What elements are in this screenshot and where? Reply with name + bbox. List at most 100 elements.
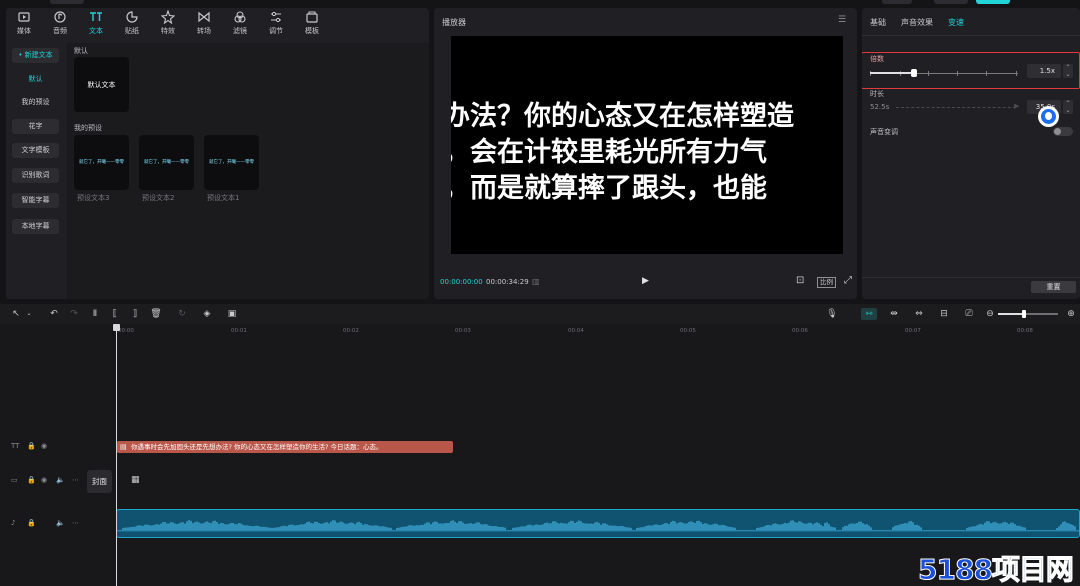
transition-icon	[198, 11, 210, 23]
more-icon[interactable]: ⋯	[72, 519, 79, 527]
preset-preview: 就它了，开曦——零零	[209, 160, 254, 165]
volume-icon[interactable]: 🔈	[56, 519, 65, 527]
more-icon[interactable]: ⋯	[72, 476, 79, 484]
new-text-button[interactable]: • 新建文本	[12, 48, 59, 63]
delete-icon[interactable]: 🗑	[150, 308, 162, 320]
text-clip-icon: ▤	[120, 443, 127, 451]
auto-snap-icon[interactable]: ⇿	[861, 308, 877, 320]
default-text-card[interactable]: 默认文本	[74, 57, 129, 112]
tab-basic[interactable]: 基础	[870, 17, 886, 28]
toolbar-filter[interactable]: 滤镜	[222, 10, 258, 40]
ruler-tick: 00:06	[792, 328, 808, 334]
timeline-ruler[interactable]: 00:00 00:01 00:02 00:03 00:04 00:05 00:0…	[115, 324, 1080, 336]
video-track-icon: ▭	[11, 476, 18, 484]
eye-icon[interactable]: ◉	[41, 442, 47, 450]
play-icon[interactable]: ▶	[642, 276, 649, 286]
toolbar-media[interactable]: 媒体	[6, 10, 42, 40]
speed-stepper[interactable]: ⌃ ⌄	[1063, 64, 1073, 78]
tab-speed[interactable]: 变速	[948, 17, 964, 28]
lock-icon[interactable]: 🔒	[27, 519, 36, 527]
template-icon	[306, 11, 318, 23]
playhead-handle[interactable]	[113, 324, 120, 331]
eye-icon[interactable]: ◉	[41, 476, 47, 484]
nav-text-template[interactable]: 文字模板	[12, 143, 59, 158]
toolbar-effects[interactable]: 特效	[150, 10, 186, 40]
video-preview[interactable]: 办法？你的心态又在怎样塑造 ，会在计较里耗光所有力气 ，而是就算摔了跟头，也能	[451, 36, 843, 254]
rotate-icon[interactable]: ↻	[176, 308, 188, 320]
duration-arrow	[896, 107, 1016, 108]
chevron-down-icon[interactable]: ⌄	[23, 308, 35, 320]
volume-icon[interactable]: 🔈	[56, 476, 65, 484]
microphone-icon[interactable]: 🎙	[826, 308, 838, 320]
preset-caption: 预设文本3	[77, 194, 110, 202]
toolbar-adjust[interactable]: 调节	[258, 10, 294, 40]
toolbar-template[interactable]: 模板	[294, 10, 330, 40]
ratio-button[interactable]: 比例	[817, 277, 836, 288]
nav-my-presets[interactable]: 我的预设	[12, 95, 59, 110]
ruler-tick: 00:02	[343, 328, 359, 334]
top-tab[interactable]	[50, 0, 84, 4]
preset-card[interactable]: 就它了，开曦——零零	[74, 135, 129, 190]
reset-button[interactable]: 重置	[1031, 281, 1076, 293]
speed-value-field[interactable]: 1.5x	[1027, 64, 1061, 78]
nav-fancy-text[interactable]: 花字	[12, 119, 59, 134]
speed-slider[interactable]	[870, 68, 1018, 78]
top-button[interactable]	[934, 0, 968, 4]
arrow-right-icon: ▶	[1014, 102, 1020, 110]
preset-caption: 预设文本2	[142, 194, 175, 202]
zoom-in-icon[interactable]: ⊕	[1065, 308, 1077, 320]
select-tool-icon[interactable]: ↖	[10, 308, 22, 320]
text-content-area: 默认 默认文本 我的预设 就它了，开曦——零零 预设文本3 就它了，开曦——零零…	[67, 43, 429, 299]
split-track-icon[interactable]: ⊟	[938, 308, 950, 320]
lock-icon[interactable]: 🔒	[27, 476, 36, 484]
export-button[interactable]	[976, 0, 1010, 4]
toolbar-transition[interactable]: 转场	[186, 10, 222, 40]
cover-button[interactable]: 封面	[87, 470, 112, 493]
slider-fill	[870, 72, 915, 74]
toolbar-label: 贴纸	[125, 27, 139, 35]
slider-tick	[928, 71, 929, 76]
duration-stepper[interactable]: ⌃ ⌄	[1063, 100, 1073, 114]
toolbar-sticker[interactable]: 贴纸	[114, 10, 150, 40]
pitch-toggle[interactable]	[1053, 127, 1073, 136]
fit-icon[interactable]: ⊡	[796, 275, 804, 286]
screen-icon[interactable]: ⎚	[963, 308, 975, 320]
preview-axis-icon[interactable]: ⇔	[913, 308, 925, 320]
tab-sound-effects[interactable]: 声音效果	[901, 17, 933, 28]
zoom-out-icon[interactable]: ⊖	[984, 308, 996, 320]
preset-card[interactable]: 就它了，开曦——零零	[204, 135, 259, 190]
film-icon: ▦	[131, 475, 140, 485]
text-clip[interactable]: 你遇事时会先加固头还是先想办法? 你的心态又在怎样塑造你的生活? 今日话题：心态…	[117, 441, 453, 453]
nav-default[interactable]: 默认	[12, 72, 59, 87]
split-icon[interactable]: Ⅱ	[89, 308, 101, 320]
section-title-presets: 我的预设	[74, 124, 102, 132]
image-icon[interactable]: ▣	[226, 308, 238, 320]
shield-icon[interactable]: ◈	[201, 308, 213, 320]
trim-left-icon[interactable]: ⟦	[109, 308, 121, 320]
ruler-tick: 00:03	[455, 328, 471, 334]
text-category-nav: • 新建文本 默认 我的预设 花字 文字模板 识别歌词 智能字幕 本地字幕	[6, 43, 67, 299]
nav-local-subtitles[interactable]: 本地字幕	[12, 219, 59, 234]
toolbar-text[interactable]: 文本	[78, 10, 114, 40]
playhead[interactable]	[116, 324, 117, 586]
floating-assistant-icon[interactable]	[1038, 106, 1059, 127]
audio-clip[interactable]	[116, 509, 1080, 538]
top-button[interactable]	[882, 0, 912, 4]
link-icon[interactable]: ⇹	[888, 308, 900, 320]
fullscreen-icon[interactable]: ⤢	[844, 275, 852, 286]
redo-icon[interactable]: ↷	[68, 308, 80, 320]
trim-right-icon[interactable]: ⟧	[129, 308, 141, 320]
undo-icon[interactable]: ↶	[48, 308, 60, 320]
slider-knob[interactable]	[911, 69, 918, 77]
speed-label: 倍数	[870, 55, 884, 63]
toolbar-label: 音频	[53, 27, 67, 35]
nav-smart-subtitles[interactable]: 智能字幕	[12, 193, 59, 208]
toolbar-label: 滤镜	[233, 27, 247, 35]
zoom-slider[interactable]	[998, 310, 1058, 318]
lock-icon[interactable]: 🔒	[27, 442, 36, 450]
toolbar-audio[interactable]: 音频	[42, 10, 78, 40]
timecode-grid-icon[interactable]: ▥	[532, 277, 540, 286]
preset-card[interactable]: 就它了，开曦——零零	[139, 135, 194, 190]
menu-icon[interactable]: ☰	[838, 15, 846, 25]
nav-recognize-lyrics[interactable]: 识别歌词	[12, 168, 59, 183]
